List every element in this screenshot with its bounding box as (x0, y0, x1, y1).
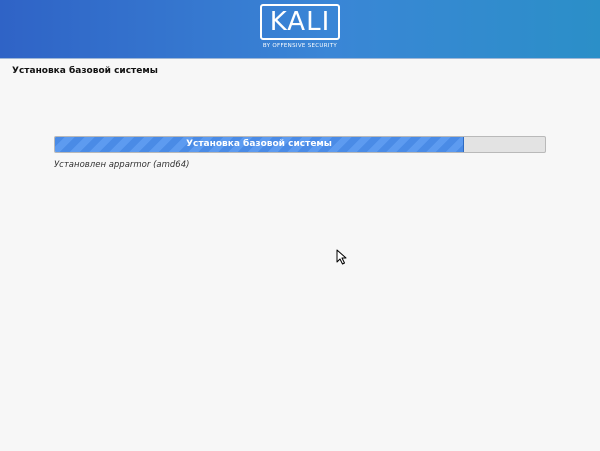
header-banner: KALI BY OFFENSIVE SECURITY (0, 0, 600, 59)
page-title: Установка базовой системы (12, 66, 158, 76)
progress-label: Установка базовой системы (186, 139, 332, 149)
logo-wordmark: KALI (260, 4, 340, 40)
kali-logo: KALI BY OFFENSIVE SECURITY (258, 4, 342, 56)
logo-subtitle: BY OFFENSIVE SECURITY (262, 43, 338, 49)
mouse-pointer-icon (336, 249, 347, 265)
status-text: Установлен apparmor (amd64) (54, 160, 190, 170)
progress-bar: Установка базовой системы (54, 136, 546, 153)
